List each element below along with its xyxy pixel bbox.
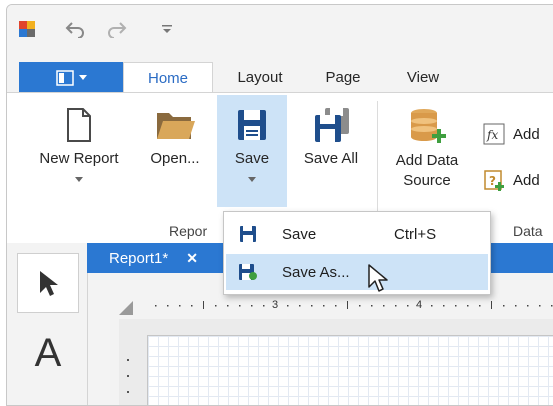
ruler-dot bbox=[311, 305, 313, 307]
ruler-dot bbox=[455, 305, 457, 307]
ruler-dot bbox=[287, 305, 289, 307]
label-tool[interactable]: A bbox=[17, 323, 79, 383]
ruler-dot bbox=[227, 305, 229, 307]
ruler-tick bbox=[491, 301, 492, 309]
ruler-dot bbox=[155, 305, 157, 307]
ruler-dot bbox=[467, 305, 469, 307]
ribbon-tab-row: Home Layout Page View bbox=[7, 57, 553, 94]
floppy-icon bbox=[238, 110, 266, 140]
ruler-dot bbox=[323, 305, 325, 307]
designer-window: Home Layout Page View New Report Open... bbox=[6, 4, 553, 406]
tab-page[interactable]: Page bbox=[303, 62, 383, 93]
save-button[interactable]: Save bbox=[217, 95, 287, 207]
ruler-tick bbox=[347, 301, 348, 309]
ruler-dot bbox=[539, 305, 541, 307]
ruler-dot bbox=[251, 305, 253, 307]
book-icon bbox=[55, 69, 74, 86]
pointer-tool[interactable] bbox=[17, 253, 79, 313]
add-parameter-button[interactable]: ? Add bbox=[483, 169, 540, 191]
function-icon: fx bbox=[483, 123, 505, 145]
menu-item-save-label: Save bbox=[282, 225, 317, 243]
customize-qat-icon[interactable] bbox=[159, 19, 175, 39]
ruler-label: 3 bbox=[272, 299, 278, 311]
pointer-icon bbox=[40, 271, 58, 296]
ruler-dot bbox=[191, 305, 193, 307]
label-tool-glyph: A bbox=[34, 330, 62, 375]
tab-layout[interactable]: Layout bbox=[217, 62, 303, 93]
ruler-dot bbox=[179, 305, 181, 307]
new-document-icon bbox=[67, 108, 91, 142]
ruler-ticks: 34 bbox=[155, 299, 553, 311]
chevron-down-icon bbox=[78, 74, 87, 80]
ruler-dot bbox=[215, 305, 217, 307]
group-label-data: Data bbox=[513, 223, 543, 239]
ruler-dot bbox=[299, 305, 301, 307]
add-label-2: Add bbox=[513, 171, 540, 189]
new-report-label: New Report bbox=[39, 150, 119, 167]
save-all-button[interactable]: Save All bbox=[291, 107, 371, 169]
floppy-save-as-icon bbox=[238, 262, 258, 282]
redo-icon[interactable] bbox=[105, 19, 129, 39]
ruler-dot bbox=[479, 305, 481, 307]
new-report-button[interactable]: New Report bbox=[27, 107, 131, 182]
vertical-ruler bbox=[119, 319, 143, 405]
add-data-source-label-line2: Source bbox=[403, 172, 451, 189]
report-page[interactable] bbox=[147, 335, 553, 405]
parameter-icon: ? bbox=[484, 170, 504, 191]
close-icon[interactable]: ✕ bbox=[186, 250, 198, 267]
quick-access-toolbar bbox=[7, 5, 553, 53]
file-menu-button[interactable] bbox=[19, 62, 123, 93]
ruler-dot bbox=[515, 305, 517, 307]
ruler-dot bbox=[431, 305, 433, 307]
ruler-dot bbox=[263, 305, 265, 307]
add-data-source-label-line1: Add Data bbox=[395, 152, 459, 169]
ruler-dot bbox=[371, 305, 373, 307]
ruler-dot bbox=[551, 305, 553, 307]
menu-item-save[interactable]: Save Ctrl+S bbox=[226, 216, 488, 252]
ruler-dot bbox=[383, 305, 385, 307]
ruler-dot bbox=[239, 305, 241, 307]
menu-item-save-shortcut: Ctrl+S bbox=[394, 225, 437, 243]
add-data-source-button[interactable]: Add Data Source bbox=[383, 107, 471, 191]
document-tab[interactable]: Report1* ✕ bbox=[87, 243, 223, 273]
ruler-corner-icon bbox=[119, 301, 133, 315]
floppy-icon bbox=[238, 224, 258, 244]
add-calculated-field-button[interactable]: fx Add bbox=[483, 123, 540, 145]
add-data-source-label: Add Data Source bbox=[396, 151, 459, 191]
document-tab-title: Report1* bbox=[109, 249, 169, 267]
ruler-dot bbox=[359, 305, 361, 307]
svg-text:?: ? bbox=[489, 174, 496, 188]
chevron-down-icon bbox=[248, 177, 256, 182]
ruler-label: 4 bbox=[416, 299, 422, 311]
save-all-label: Save All bbox=[303, 150, 359, 167]
add-label-1: Add bbox=[513, 125, 540, 143]
save-dropdown-menu: Save Ctrl+S Save As... bbox=[223, 211, 491, 295]
app-icon bbox=[17, 19, 37, 39]
toolbox-panel: A bbox=[7, 243, 88, 405]
svg-text:fx: fx bbox=[486, 128, 498, 142]
database-add-icon bbox=[411, 109, 446, 143]
chevron-down-icon bbox=[75, 177, 83, 182]
open-button[interactable]: Open... bbox=[137, 107, 213, 169]
mouse-cursor-icon bbox=[367, 263, 389, 297]
ruler-dot bbox=[395, 305, 397, 307]
menu-item-save-as-label: Save As... bbox=[282, 263, 350, 281]
ruler-dot bbox=[443, 305, 445, 307]
group-label-report: Repor bbox=[169, 223, 208, 239]
save-all-icon bbox=[315, 108, 349, 142]
horizontal-ruler: 34 bbox=[119, 293, 553, 319]
save-label: Save bbox=[234, 150, 270, 167]
ruler-dot bbox=[527, 305, 529, 307]
ruler-dot bbox=[503, 305, 505, 307]
ruler-dot bbox=[167, 305, 169, 307]
ruler-tick bbox=[203, 301, 204, 309]
tab-view[interactable]: View bbox=[383, 62, 463, 93]
tab-home[interactable]: Home bbox=[123, 62, 213, 94]
ruler-dot bbox=[335, 305, 337, 307]
folder-icon bbox=[157, 113, 195, 139]
open-label: Open... bbox=[150, 150, 200, 167]
ruler-dot bbox=[407, 305, 409, 307]
menu-item-save-as[interactable]: Save As... bbox=[226, 254, 488, 290]
undo-icon[interactable] bbox=[63, 19, 87, 39]
